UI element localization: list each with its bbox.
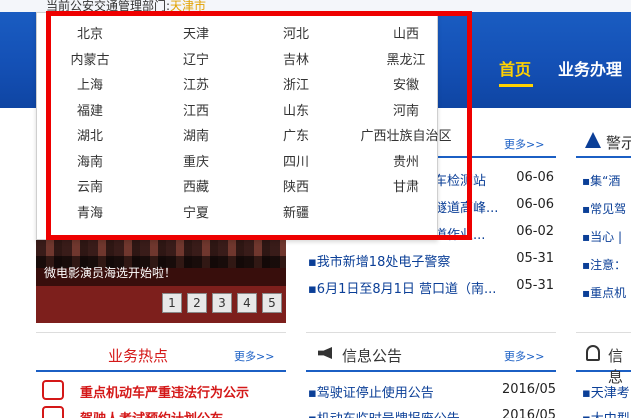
notice-item[interactable]: ▪驾驶证停止使用公告 2016/05	[306, 380, 556, 404]
news-item[interactable]: ▪6月1日至8月1日 营口道（南... 05-31	[306, 274, 556, 301]
info-item[interactable]: ▪天津考	[582, 382, 630, 401]
megaphone-icon	[318, 347, 332, 359]
province-empty	[346, 201, 466, 227]
province-option[interactable]: 西藏	[146, 175, 246, 201]
province-option[interactable]: 四川	[246, 150, 346, 176]
banner-page-5[interactable]: 5	[262, 293, 282, 313]
nav-active-indicator	[499, 84, 533, 87]
province-option[interactable]: 海南	[40, 150, 140, 176]
province-option[interactable]: 广东	[246, 124, 346, 150]
warnings-header: 警示	[576, 124, 631, 158]
province-option[interactable]: 湖南	[146, 124, 246, 150]
province-option[interactable]: 安徽	[346, 73, 466, 99]
top-info-bar: 当前公安交通管理部门:天津市	[0, 0, 631, 13]
province-option[interactable]: 重庆	[146, 150, 246, 176]
banner-caption[interactable]: 微电影演员海选开始啦！	[44, 264, 176, 281]
nav-business[interactable]: 业务办理	[558, 56, 622, 80]
calendar-icon	[42, 406, 64, 418]
province-option[interactable]: 吉林	[246, 48, 346, 74]
notices-title: 信息公告	[342, 347, 403, 365]
banner-page-1[interactable]: 1	[162, 293, 182, 313]
province-option[interactable]: 河北	[246, 22, 346, 48]
province-option[interactable]: 云南	[40, 175, 140, 201]
business-hot-header: 业务热点 更多>>	[36, 332, 286, 372]
province-option[interactable]: 河南	[346, 99, 466, 125]
province-option[interactable]: 青海	[40, 201, 140, 227]
warning-item[interactable]: ▪常见驾	[582, 200, 631, 228]
province-option[interactable]: 新疆	[246, 201, 346, 227]
news-more-link[interactable]: 更多>>	[504, 136, 544, 152]
province-option[interactable]: 北京	[40, 22, 140, 48]
province-option[interactable]: 福建	[40, 99, 140, 125]
business-hot-more-link[interactable]: 更多>>	[234, 348, 274, 364]
bell-icon	[586, 345, 600, 361]
province-option[interactable]: 内蒙古	[40, 48, 140, 74]
banner-page-4[interactable]: 4	[237, 293, 257, 313]
province-option[interactable]: 湖北	[40, 124, 140, 150]
business-hot-title: 业务热点	[108, 347, 169, 365]
province-grid: 北京 天津 河北 山西 内蒙古 辽宁 吉林 黑龙江 上海 江苏 浙江 安徽 福建 江西 山东 河南 湖北 湖南 广东…	[46, 12, 472, 226]
banner-page-3[interactable]: 3	[212, 293, 232, 313]
province-option[interactable]: 山西	[346, 22, 466, 48]
notices-header: 信息公告 更多>>	[306, 332, 556, 372]
warning-item[interactable]: ▪当心 |	[582, 228, 631, 256]
info-title: 信息	[608, 347, 624, 386]
province-option[interactable]: 江苏	[146, 73, 246, 99]
news-item[interactable]: ▪我市新增18处电子警察 05-31	[306, 247, 556, 274]
warning-item[interactable]: ▪重点机	[582, 284, 631, 312]
province-option[interactable]: 宁夏	[146, 201, 246, 227]
province-option[interactable]: 陕西	[246, 175, 346, 201]
banner-page-2[interactable]: 2	[187, 293, 207, 313]
warning-item[interactable]: ▪注意：	[582, 256, 631, 284]
notices-more-link[interactable]: 更多>>	[504, 348, 544, 364]
info-item[interactable]: ▪大中型	[582, 408, 630, 418]
province-option[interactable]: 贵州	[346, 150, 466, 176]
province-option[interactable]: 天津	[146, 22, 246, 48]
vehicle-alert-icon	[42, 380, 64, 400]
warning-icon	[585, 132, 601, 148]
province-option[interactable]: 甘肃	[346, 175, 466, 201]
warning-item[interactable]: ▪集“酒	[582, 172, 631, 200]
province-option[interactable]: 山东	[246, 99, 346, 125]
warnings-list: ▪集“酒 ▪常见驾 ▪当心 | ▪注意： ▪重点机	[582, 172, 631, 312]
notice-item[interactable]: ▪机动车临时号牌报废公告 2016/05	[306, 406, 556, 418]
warnings-title: 警示	[606, 134, 631, 152]
nav-home[interactable]: 首页	[499, 56, 531, 80]
banner-pager: 1 2 3 4 5	[162, 293, 282, 313]
province-option[interactable]: 辽宁	[146, 48, 246, 74]
info-header: 信息	[576, 332, 631, 386]
province-option[interactable]: 上海	[40, 73, 140, 99]
province-option[interactable]: 黑龙江	[346, 48, 466, 74]
province-option[interactable]: 广西壮族自治区	[346, 124, 466, 150]
province-option[interactable]: 浙江	[246, 73, 346, 99]
province-option[interactable]: 江西	[146, 99, 246, 125]
